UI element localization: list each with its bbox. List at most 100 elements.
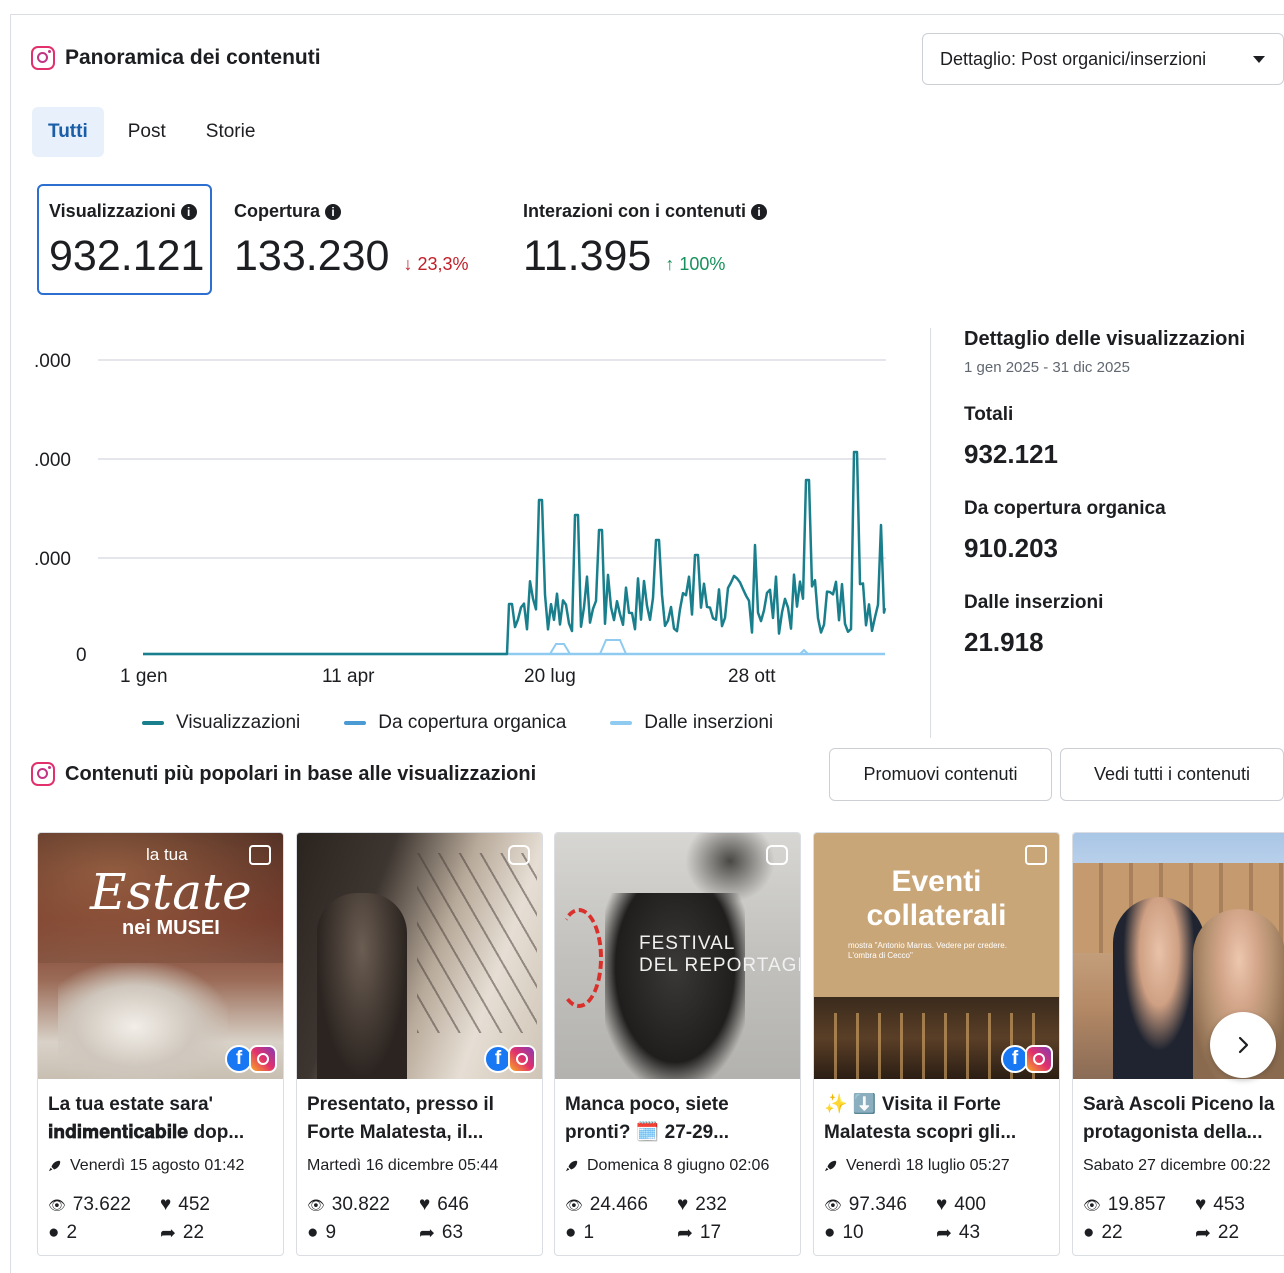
share-icon: ➦ [1195, 1222, 1211, 1244]
metric-views[interactable]: Visualizzazioni i 932.121 [37, 184, 212, 295]
post-date: Sabato 27 dicembre 00:22 [1083, 1157, 1271, 1175]
shares-count: 22 [182, 1222, 205, 1243]
series-ads-bumps [549, 639, 809, 655]
shares-count: 63 [441, 1222, 464, 1243]
views-line-chart: .000 .000 .000 0 1 gen 11 apr 20 lug 28 ott [34, 351, 887, 687]
comments-count: 2 [66, 1222, 78, 1243]
legend-swatch [142, 721, 164, 725]
detail-dropdown-label: Dettaglio: Post organici/inserzioni [940, 48, 1207, 69]
comment-icon: ● [565, 1222, 577, 1243]
chart-grid [98, 359, 886, 559]
legend-label: Visualizzazioni [176, 712, 301, 733]
legend-item[interactable]: Dalle inserzioni [610, 712, 773, 734]
thumb-overlay-script: Estate [90, 863, 252, 921]
platform-badges: f [1001, 1045, 1053, 1073]
post-date-text: Venerdì 18 luglio 05:27 [846, 1157, 1010, 1174]
info-icon[interactable]: i [180, 203, 197, 220]
carousel-icon [1025, 845, 1047, 865]
caret-down-icon [1253, 56, 1265, 63]
comments-count: 1 [583, 1222, 595, 1243]
y-tick-label: .000 [34, 549, 71, 570]
post-stats: 👁 24.466 ♥ 232 ● 1 ➦ 17 [565, 1191, 795, 1247]
metric-interactions-label: Interazioni con i contenuti i [523, 201, 768, 222]
post-thumbnail[interactable]: f [297, 833, 542, 1079]
rocket-icon [48, 1160, 61, 1172]
shares-stat: ➦ 17 [677, 1222, 789, 1245]
share-icon: ➦ [677, 1222, 693, 1244]
comments-stat: ● 2 [48, 1222, 160, 1244]
carousel-icon [249, 845, 271, 865]
legend-item[interactable]: Da copertura organica [344, 712, 566, 734]
shares-count: 17 [699, 1222, 722, 1243]
info-icon[interactable]: i [325, 203, 342, 220]
views-stat: 👁 97.346 [824, 1194, 936, 1216]
info-icon[interactable]: i [751, 203, 768, 220]
metric-interactions[interactable]: Interazioni con i contenuti i 11.395 ↑ 1… [523, 184, 768, 281]
post-thumbnail[interactable]: Eventi collaterali mostra "Antonio Marra… [814, 833, 1059, 1079]
post-caption: Manca poco, siete pronti? 🗓️ 27-29... [565, 1094, 730, 1143]
content-card[interactable]: Eventi collaterali mostra "Antonio Marra… [813, 832, 1060, 1256]
post-thumbnail[interactable]: la tua Estate nei MUSEI f [38, 833, 283, 1079]
legend-swatch [610, 721, 633, 725]
comments-stat: ● 10 [824, 1222, 936, 1244]
eye-icon: 👁 [1083, 1196, 1101, 1213]
popular-content-header: Contenuti più popolari in base alle visu… [31, 762, 536, 786]
tab-all[interactable]: Tutti [32, 107, 104, 157]
metric-reach-value: 133.230 [234, 232, 390, 280]
thumb-overlay-text: la tua [146, 845, 188, 864]
metric-interactions-delta: ↑ 100% [665, 254, 725, 275]
likes-count: 400 [954, 1194, 986, 1215]
page-title: Panoramica dei contenuti [65, 46, 321, 69]
breakdown-title: Dettaglio delle visualizzazioni [964, 328, 1246, 350]
instagram-icon [31, 46, 55, 70]
metric-reach[interactable]: Copertura i 133.230 ↓ 23,3% [234, 184, 469, 281]
likes-stat: ♥ 453 [1195, 1194, 1284, 1216]
promote-content-button[interactable]: Promuovi contenuti [829, 748, 1052, 801]
comments-count: 22 [1101, 1222, 1123, 1243]
thumb-overlay-text: Eventi collaterali [866, 865, 1007, 932]
thumb-overlay-subtitle: DEL REPORTAGE [639, 955, 800, 976]
tab-posts[interactable]: Post [112, 107, 182, 157]
post-caption: Presentato, presso il Forte Malatesta, i… [307, 1094, 494, 1143]
comments-stat: ● 9 [307, 1222, 419, 1244]
y-tick-label: .000 [34, 351, 71, 372]
post-date: Venerdì 15 agosto 01:42 [48, 1157, 244, 1175]
chart-legend: Visualizzazioni Da copertura organica Da… [142, 712, 773, 734]
thumb-overlay-subtitle: nei MUSEI [122, 917, 220, 939]
ads-value: 21.918 [964, 627, 1044, 657]
post-date-text: Sabato 27 dicembre 00:22 [1083, 1157, 1271, 1174]
likes-stat: ♥ 452 [160, 1194, 272, 1216]
organic-value: 910.203 [964, 533, 1058, 563]
post-date-text: Venerdì 15 agosto 01:42 [70, 1157, 245, 1174]
eye-icon: 👁 [307, 1196, 325, 1213]
metric-reach-delta-value: 23,3% [417, 254, 469, 274]
metric-reach-label: Copertura i [234, 201, 469, 222]
metric-views-label: Visualizzazioni i [49, 201, 200, 222]
x-tick-label: 20 lug [524, 666, 576, 687]
tab-stories[interactable]: Storie [190, 107, 272, 157]
content-card[interactable]: la tua Estate nei MUSEI f La tua estate … [37, 832, 284, 1256]
series-views-line [143, 450, 887, 656]
organic-label: Da copertura organica [964, 498, 1166, 519]
views-count: 73.622 [72, 1194, 131, 1215]
overview-header: Panoramica dei contenuti [31, 46, 321, 70]
rocket-icon [565, 1160, 578, 1172]
shares-stat: ➦ 22 [1195, 1222, 1284, 1245]
carousel-next-button[interactable] [1210, 1012, 1276, 1078]
arrow-down-icon: ↓ [403, 254, 413, 274]
detail-dropdown[interactable]: Dettaglio: Post organici/inserzioni [922, 33, 1284, 85]
eye-icon: 👁 [565, 1196, 583, 1213]
shares-count: 43 [958, 1222, 981, 1243]
comments-count: 9 [325, 1222, 337, 1243]
comments-stat: ● 1 [565, 1222, 677, 1244]
shares-stat: ➦ 22 [160, 1222, 272, 1245]
y-tick-label: .000 [34, 450, 71, 471]
content-card[interactable]: FESTIVAL DEL REPORTAGE Manca poco, siete… [554, 832, 801, 1256]
legend-item[interactable]: Visualizzazioni [142, 712, 300, 734]
views-breakdown: Dettaglio delle visualizzazioni 1 gen 20… [964, 328, 1284, 658]
view-all-content-button[interactable]: Vedi tutti i contenuti [1060, 748, 1284, 801]
post-thumbnail[interactable]: FESTIVAL DEL REPORTAGE [555, 833, 800, 1079]
thumb-overlay-subtitle: mostra "Antonio Marras. Vedere per crede… [848, 941, 1007, 960]
popular-content-carousel: la tua Estate nei MUSEI f La tua estate … [37, 832, 1284, 1256]
content-card[interactable]: f Presentato, presso il Forte Malatesta,… [296, 832, 543, 1256]
